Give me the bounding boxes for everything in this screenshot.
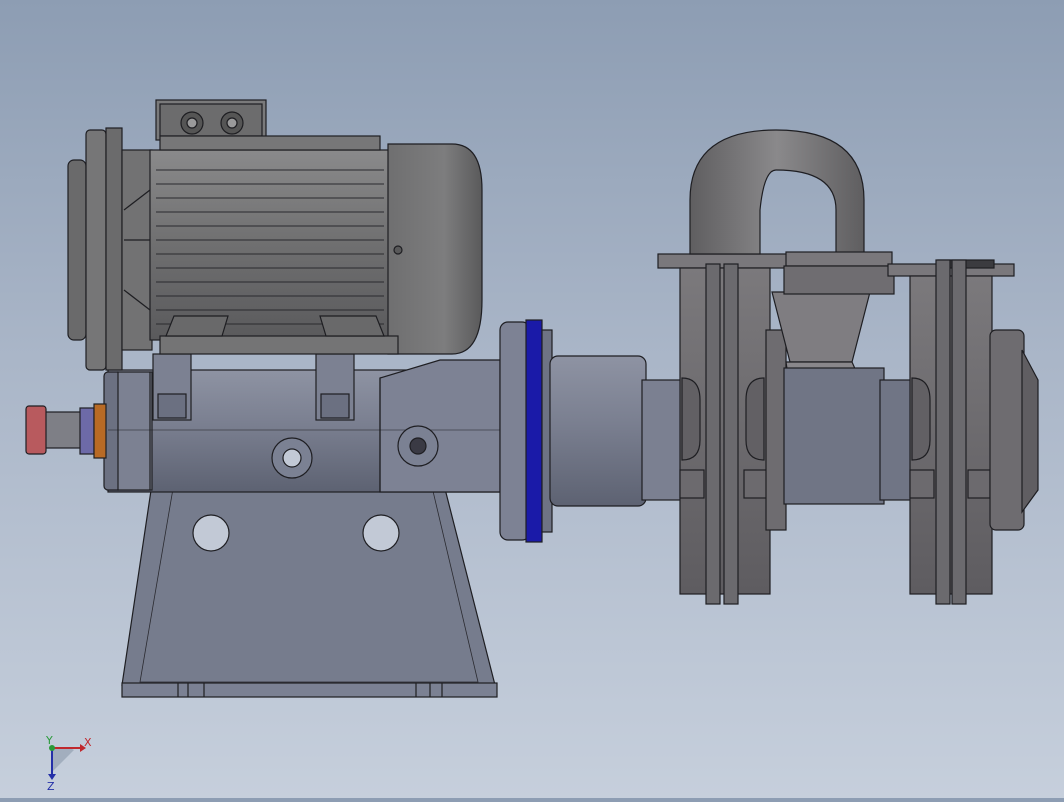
x-axis-label: X bbox=[84, 736, 92, 749]
coordinate-triad: X Y Z bbox=[45, 734, 92, 793]
z-axis-label: Z bbox=[47, 780, 55, 793]
housing-taper bbox=[379, 359, 501, 493]
bearing-housing[interactable] bbox=[103, 353, 504, 698]
pump-stage-2[interactable] bbox=[879, 259, 1039, 605]
cad-viewport[interactable]: X Y Z bbox=[0, 0, 1064, 798]
motor-body[interactable] bbox=[149, 149, 391, 341]
intermediate-shaft[interactable] bbox=[783, 367, 885, 505]
electric-motor[interactable] bbox=[67, 99, 483, 371]
collar-red[interactable] bbox=[25, 405, 47, 455]
motor-flange[interactable] bbox=[67, 159, 87, 341]
mounting-hole[interactable] bbox=[362, 514, 400, 552]
collar-purple[interactable] bbox=[79, 407, 95, 455]
end-cover[interactable] bbox=[989, 329, 1025, 531]
drive-shaft-end[interactable] bbox=[25, 403, 107, 459]
pump-casing-plate[interactable] bbox=[705, 263, 721, 605]
model-canvas[interactable]: X Y Z bbox=[0, 0, 1064, 798]
terminal-box[interactable] bbox=[155, 99, 381, 151]
collar-orange[interactable] bbox=[93, 403, 107, 459]
y-axis-label: Y bbox=[45, 734, 53, 747]
seal-ring-blue[interactable] bbox=[525, 319, 543, 543]
mounting-hole[interactable] bbox=[192, 514, 230, 552]
inlet-cone[interactable] bbox=[771, 291, 871, 363]
coupling-body[interactable] bbox=[549, 355, 647, 507]
motor-foot[interactable] bbox=[159, 335, 399, 355]
coupling[interactable] bbox=[499, 319, 685, 543]
pump-casing-plate[interactable] bbox=[723, 263, 739, 605]
pump-casing-plate[interactable] bbox=[935, 259, 951, 605]
pump-casing-plate[interactable] bbox=[951, 259, 967, 605]
